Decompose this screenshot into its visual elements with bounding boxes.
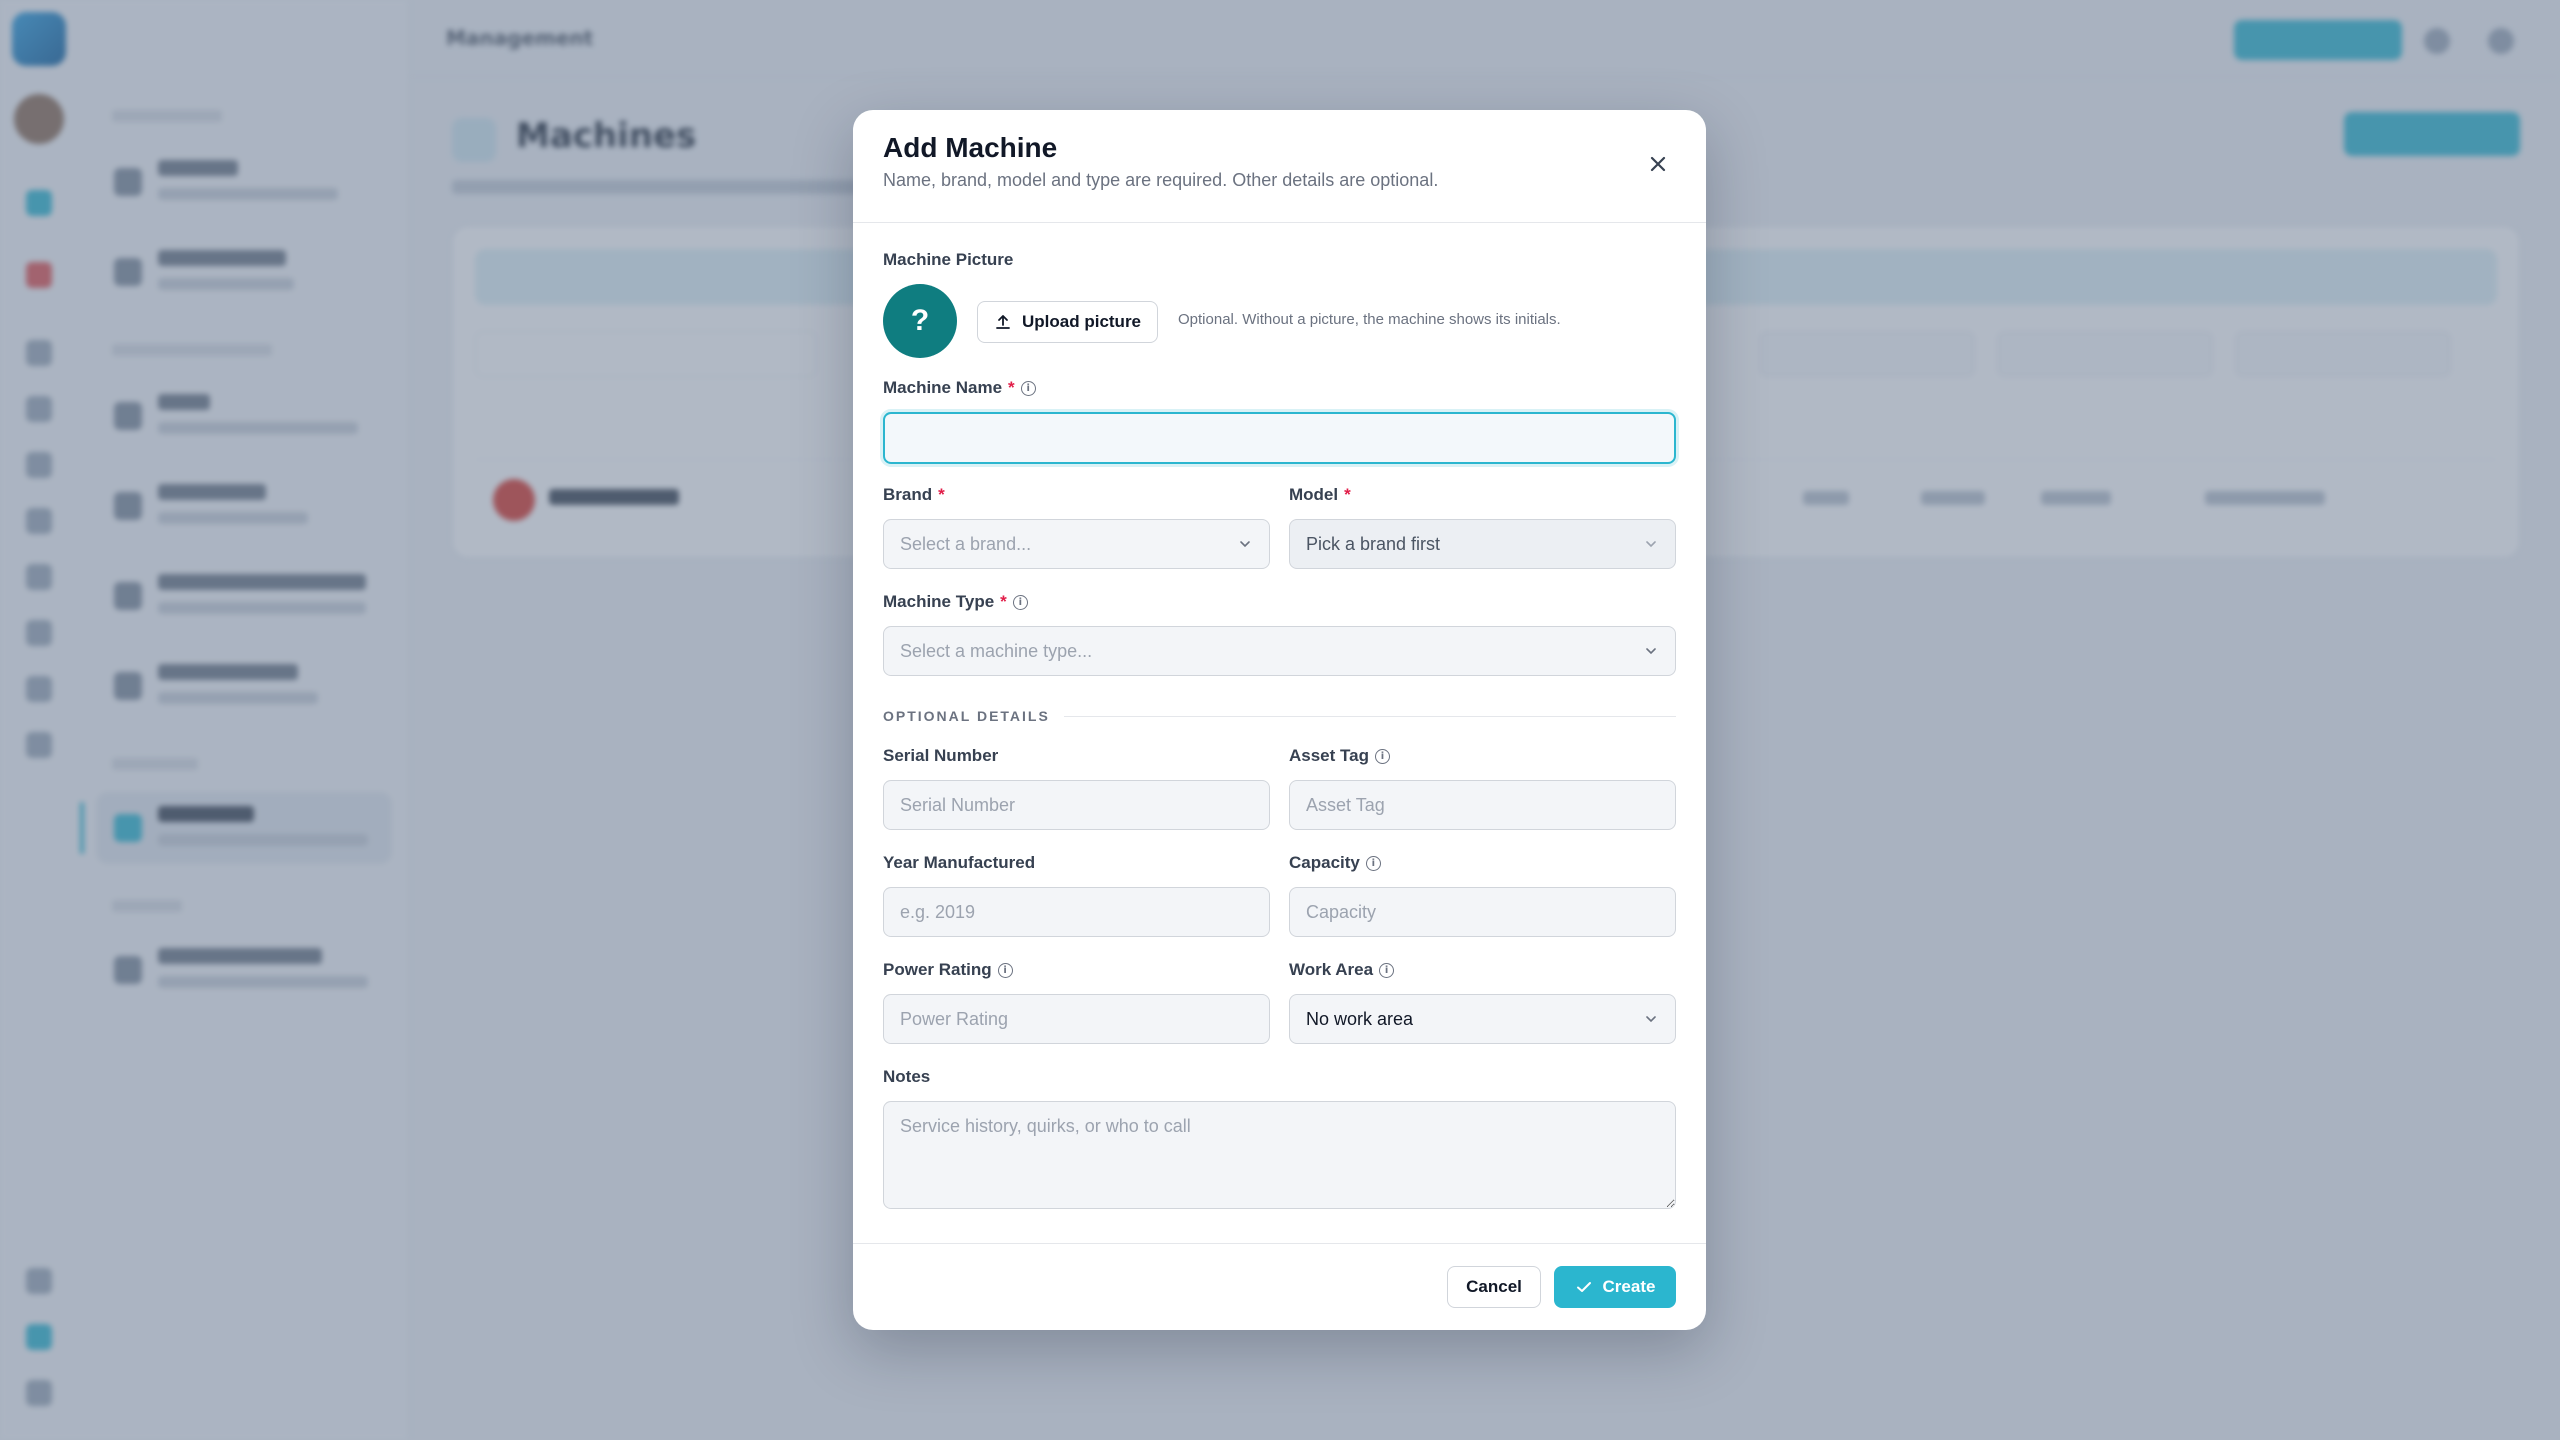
brand-label: Brand * (883, 485, 945, 505)
optional-details-heading: OPTIONAL DETAILS (883, 708, 1050, 724)
optional-details-divider: OPTIONAL DETAILS (883, 706, 1676, 726)
year-manufactured-label: Year Manufactured (883, 853, 1035, 873)
capacity-label: Capacity i (1289, 853, 1381, 873)
dialog-subtitle: Name, brand, model and type are required… (883, 170, 1439, 190)
upload-icon (996, 315, 1010, 329)
label-text: Machine Type (883, 592, 995, 611)
check-icon (1576, 1282, 1591, 1292)
serial-number-label: Serial Number (883, 746, 998, 766)
info-icon[interactable]: i (1379, 962, 1395, 978)
model-select[interactable]: Pick a brand first (1289, 519, 1676, 569)
power-rating-label: Power Rating i (883, 960, 1013, 980)
label-text: Work Area (1289, 960, 1374, 979)
machine-name-input[interactable] (883, 412, 1676, 464)
divider (1063, 715, 1676, 717)
asset-tag-label: Asset Tag i (1289, 746, 1390, 766)
close-button[interactable] (1640, 146, 1676, 182)
required-mark: * (1344, 485, 1351, 504)
dialog-title: Add Machine (883, 132, 1058, 163)
info-icon[interactable]: i (997, 962, 1013, 978)
chevron-down-icon (1646, 648, 1656, 655)
work-area-select[interactable]: No work area (1289, 994, 1676, 1044)
capacity-input[interactable] (1289, 887, 1676, 937)
label-text: Machine Name (883, 378, 1003, 397)
brand-select[interactable]: Select a brand... (883, 519, 1270, 569)
model-select-value: Pick a brand first (1306, 533, 1441, 554)
upload-picture-label: Upload picture (1022, 312, 1142, 331)
brand-select-value: Select a brand... (900, 533, 1032, 554)
upload-picture-hint: Optional. Without a picture, the machine… (1178, 311, 1561, 328)
notes-textarea[interactable] (883, 1101, 1676, 1209)
create-button[interactable]: Create (1554, 1266, 1676, 1308)
work-area-select-value: No work area (1306, 1008, 1414, 1029)
machine-type-select[interactable]: Select a machine type... (883, 626, 1676, 676)
chevron-down-icon (1240, 541, 1250, 548)
label-text: Machine Picture (883, 250, 1014, 269)
info-icon[interactable]: i (1012, 594, 1028, 610)
chevron-down-icon (1646, 1016, 1656, 1023)
label-text: Notes (883, 1067, 931, 1086)
label-text: Model (1289, 485, 1339, 504)
add-machine-dialog: Add Machine Name, brand, model and type … (853, 110, 1706, 1330)
machine-name-label: Machine Name * i (883, 378, 1036, 398)
required-mark: * (1000, 592, 1007, 611)
cancel-button[interactable]: Cancel (1447, 1266, 1541, 1308)
label-text: Brand (883, 485, 933, 504)
dialog-header: Add Machine Name, brand, model and type … (853, 110, 1706, 223)
info-icon[interactable]: i (1375, 748, 1390, 764)
machine-picture-label: Machine Picture (883, 250, 1013, 270)
machine-type-label: Machine Type * i (883, 592, 1028, 612)
label-text: Power Rating (883, 960, 992, 979)
required-mark: * (938, 485, 945, 504)
power-rating-input[interactable] (883, 994, 1270, 1044)
asset-tag-input[interactable] (1289, 780, 1676, 830)
close-icon (1650, 156, 1666, 172)
chevron-down-icon (1646, 541, 1656, 548)
notes-label: Notes (883, 1067, 930, 1087)
machine-picture-placeholder: ? (883, 284, 957, 358)
upload-picture-button[interactable]: Upload picture (977, 301, 1159, 343)
work-area-label: Work Area i (1289, 960, 1395, 980)
label-text: Serial Number (883, 746, 999, 765)
machine-type-select-value: Select a machine type... (900, 640, 1093, 661)
label-text: Asset Tag (1289, 746, 1369, 765)
label-text: Year Manufactured (883, 853, 1036, 872)
model-label: Model * (1289, 485, 1351, 505)
year-manufactured-input[interactable] (883, 887, 1270, 937)
label-text: Capacity (1289, 853, 1360, 872)
dialog-footer: Cancel Create (853, 1243, 1706, 1330)
info-icon[interactable]: i (1365, 855, 1381, 871)
create-button-label: Create (1602, 1277, 1656, 1296)
required-mark: * (1008, 378, 1015, 397)
info-icon[interactable]: i (1020, 380, 1036, 396)
serial-number-input[interactable] (883, 780, 1270, 830)
